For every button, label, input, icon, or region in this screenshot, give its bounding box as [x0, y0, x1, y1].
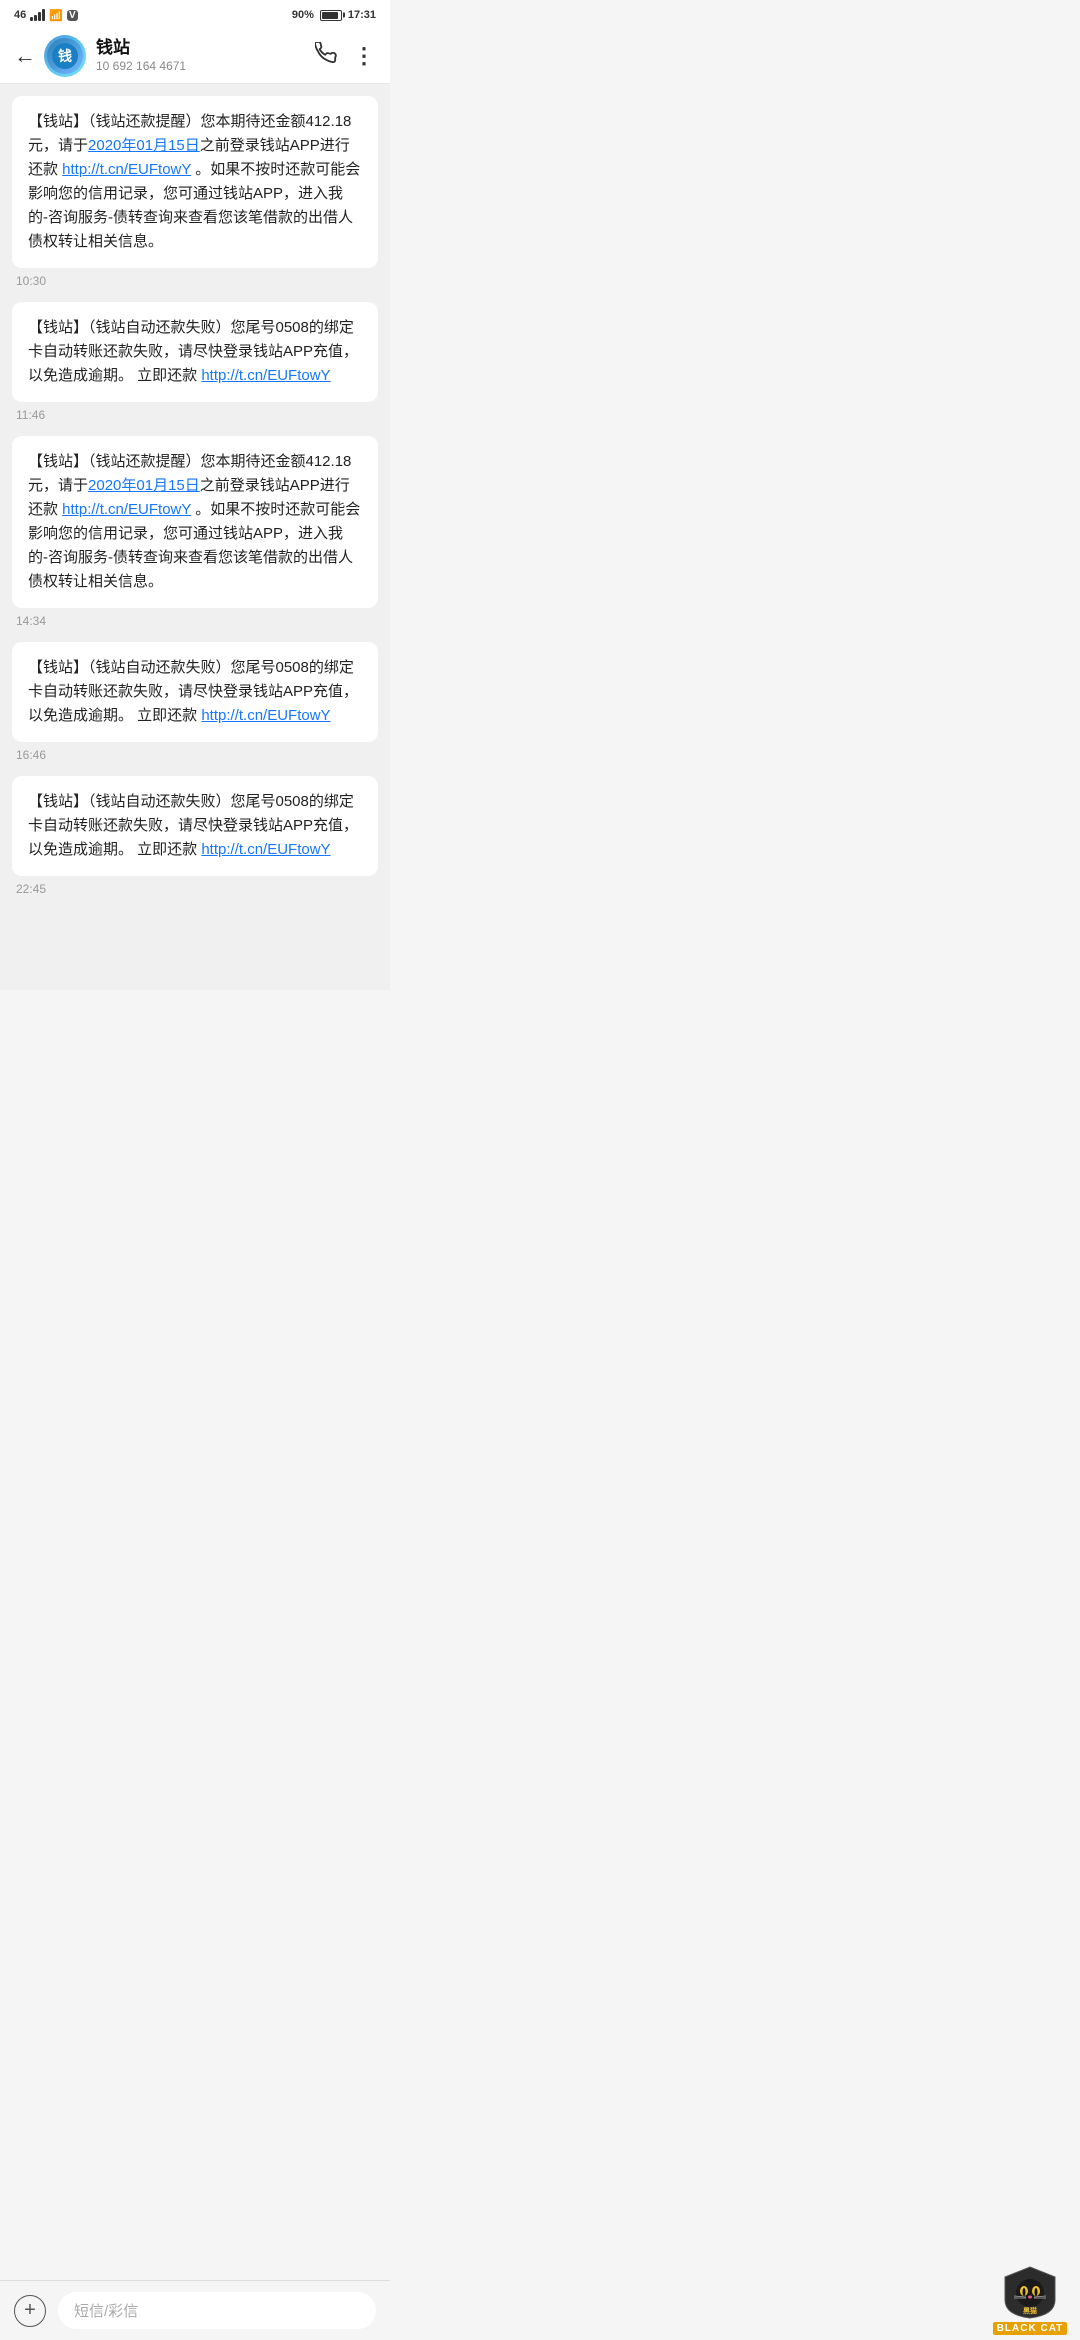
more-button[interactable]: ⋮ — [353, 43, 376, 69]
black-cat-logo: 黑猫 — [1000, 2265, 1060, 2320]
message-bubble-1: 【钱站】（钱站还款提醒）您本期待还金额412.18元，请于2020年01月15日… — [12, 96, 378, 268]
messages-container: 【钱站】（钱站还款提醒）您本期待还金额412.18元，请于2020年01月15日… — [0, 84, 390, 990]
msg4-url-link[interactable]: http://t.cn/EUFtowY — [201, 707, 330, 724]
nav-actions: ⋮ — [315, 42, 376, 70]
signal-text: 46 — [14, 9, 26, 21]
message-bubble-5: 【钱站】（钱站自动还款失败）您尾号0508的绑定卡自动转账还款失败，请尽快登录钱… — [12, 776, 378, 876]
svg-text:黑猫: 黑猫 — [1023, 2306, 1037, 2315]
msg1-date-link[interactable]: 2020年01月15日 — [88, 137, 200, 154]
wifi-icon: 📶 — [49, 9, 63, 22]
message-time-1: 10:30 — [16, 274, 378, 288]
message-bubble-3: 【钱站】（钱站还款提醒）您本期待还金额412.18元，请于2020年01月15日… — [12, 436, 378, 608]
message-bubble-2: 【钱站】（钱站自动还款失败）您尾号0508的绑定卡自动转账还款失败，请尽快登录钱… — [12, 302, 378, 402]
msg2-url-link[interactable]: http://t.cn/EUFtowY — [201, 367, 330, 384]
status-left: 46 📶 V — [14, 9, 78, 22]
signal-bar-2 — [34, 15, 37, 21]
call-button[interactable] — [315, 42, 337, 70]
message-time-5: 22:45 — [16, 882, 378, 896]
signal-bars — [30, 9, 45, 21]
contact-number: 10 692 164 4671 — [96, 59, 315, 75]
signal-bar-4 — [42, 9, 45, 21]
watermark: 黑猫 BLACK CAT — [980, 2260, 1080, 2340]
avatar-inner: 钱 — [47, 38, 83, 74]
svg-text:钱: 钱 — [58, 48, 72, 64]
status-bar: 46 📶 V 90% 17:31 — [0, 0, 390, 28]
contact-name: 钱站 — [96, 37, 315, 59]
bottom-bar: + 短信/彩信 — [0, 2280, 390, 2340]
msg3-date-link[interactable]: 2020年01月15日 — [88, 477, 200, 494]
battery-icon — [320, 10, 342, 21]
vpn-icon: V — [67, 10, 78, 21]
signal-bar-3 — [38, 12, 41, 21]
msg1-url-link[interactable]: http://t.cn/EUFtowY — [62, 161, 191, 178]
contact-info: 钱站 10 692 164 4671 — [96, 37, 315, 75]
watermark-text: BLACK CAT — [993, 2322, 1068, 2335]
message-bubble-4: 【钱站】（钱站自动还款失败）您尾号0508的绑定卡自动转账还款失败，请尽快登录钱… — [12, 642, 378, 742]
contact-avatar: 钱 — [44, 35, 86, 77]
status-right: 90% 17:31 — [292, 9, 376, 21]
battery-percent: 90% — [292, 9, 314, 21]
message-time-4: 16:46 — [16, 748, 378, 762]
back-button[interactable]: ← — [14, 45, 36, 67]
message-time-3: 14:34 — [16, 614, 378, 628]
avatar-logo: 钱 — [51, 42, 79, 70]
time-display: 17:31 — [348, 9, 376, 21]
add-button[interactable]: + — [14, 2295, 46, 2327]
message-time-2: 11:46 — [16, 408, 378, 422]
msg5-url-link[interactable]: http://t.cn/EUFtowY — [201, 841, 330, 858]
msg3-url-link[interactable]: http://t.cn/EUFtowY — [62, 501, 191, 518]
message-input[interactable]: 短信/彩信 — [58, 2292, 376, 2329]
signal-bar-1 — [30, 17, 33, 21]
nav-bar: ← 钱 钱站 10 692 164 4671 ⋮ — [0, 28, 390, 84]
